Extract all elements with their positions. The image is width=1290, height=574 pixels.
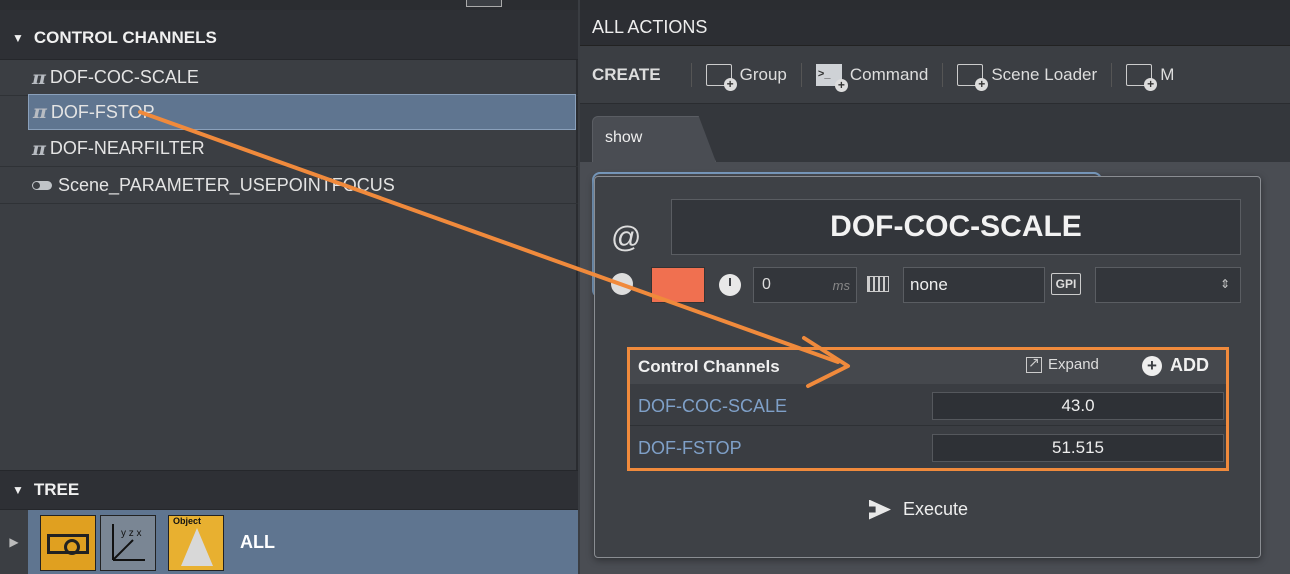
object-icon: Object xyxy=(168,515,224,571)
delay-unit: ms xyxy=(832,278,850,293)
pi-icon: π xyxy=(32,66,46,89)
macro-add-icon xyxy=(1126,63,1158,91)
tree-row[interactable]: ▶ y z x Object ALL xyxy=(0,510,578,574)
panel-resize-handle[interactable] xyxy=(466,0,502,7)
channel-value-input[interactable]: 51.515 xyxy=(932,434,1224,462)
tree-header[interactable]: ▼ TREE xyxy=(0,470,578,510)
control-channels-header[interactable]: ▼ CONTROL CHANNELS xyxy=(0,10,578,60)
tab-bar: show xyxy=(580,104,1290,162)
channel-value-input[interactable]: 43.0 xyxy=(932,392,1224,420)
create-command-label: Command xyxy=(849,64,929,84)
palette-icon xyxy=(611,273,633,295)
keyboard-icon xyxy=(867,276,889,292)
channel-item[interactable]: π DOF-NEARFILTER xyxy=(0,131,578,167)
panel-top-strip xyxy=(580,0,1290,10)
channel-label: Scene_PARAMETER_USEPOINTFOCUS xyxy=(58,175,395,195)
collapse-triangle-icon[interactable]: ▼ xyxy=(12,483,24,497)
panel-top-strip xyxy=(0,0,578,10)
control-channels-panel: ▼ CONTROL CHANNELS π DOF-COC-SCALE π DOF… xyxy=(0,0,578,574)
execute-icon xyxy=(869,499,891,520)
object-badge: Object xyxy=(173,516,202,526)
channel-label: DOF-NEARFILTER xyxy=(49,138,205,158)
control-channels-title: CONTROL CHANNELS xyxy=(33,27,217,47)
execute-button[interactable]: Execute xyxy=(869,499,968,520)
add-label: ADD xyxy=(1170,355,1209,375)
channel-item[interactable]: Scene_PARAMETER_USEPOINTFOCUS xyxy=(0,168,578,204)
action-editor-dialog: @ DOF-COC-SCALE 0 ms none GPI ⇕ Control … xyxy=(594,176,1261,558)
create-group-label: Group xyxy=(739,64,787,84)
channel-item[interactable]: π DOF-COC-SCALE xyxy=(0,60,578,96)
pi-icon: π xyxy=(33,101,47,123)
select-arrows-icon: ⇕ xyxy=(1219,277,1230,291)
collapse-triangle-icon[interactable]: ▼ xyxy=(12,31,24,45)
channel-label: DOF-FSTOP xyxy=(50,101,155,122)
axis-glyph: y z x xyxy=(121,528,142,539)
gpi-select[interactable]: ⇕ xyxy=(1095,267,1241,303)
toggle-icon xyxy=(32,181,52,190)
create-toolbar: CREATE Group >_ Command Scene Loader M xyxy=(580,46,1290,104)
color-swatch[interactable] xyxy=(651,267,705,303)
clock-icon xyxy=(719,274,741,296)
expand-button[interactable]: Expand xyxy=(1026,354,1099,373)
expand-arrow-icon[interactable]: ▶ xyxy=(0,510,28,574)
all-actions-header: ALL ACTIONS xyxy=(580,10,1290,46)
tree-title: TREE xyxy=(33,480,80,499)
action-name-field[interactable]: DOF-COC-SCALE xyxy=(671,199,1241,255)
axis-transform-icon: y z x xyxy=(100,515,156,571)
channel-item-selected[interactable]: π DOF-FSTOP xyxy=(28,94,576,130)
scene-loader-add-icon xyxy=(957,63,989,91)
channel-name-link[interactable]: DOF-COC-SCALE xyxy=(638,396,787,417)
create-command-button[interactable]: >_ Command xyxy=(815,63,929,92)
group-add-icon xyxy=(705,63,737,91)
channel-label: DOF-COC-SCALE xyxy=(49,67,199,87)
control-channels-table-title: Control Channels xyxy=(638,357,780,376)
group-container-icon xyxy=(40,515,96,571)
command-add-icon: >_ xyxy=(815,63,848,92)
expand-icon xyxy=(1026,354,1042,373)
create-more-label: M xyxy=(1160,64,1175,84)
tab-show[interactable]: show xyxy=(592,116,716,162)
execute-label: Execute xyxy=(903,499,969,519)
table-row: DOF-FSTOP 51.515 xyxy=(630,428,1226,468)
add-icon: + xyxy=(1142,355,1162,376)
at-icon: @ xyxy=(611,221,642,254)
table-row: DOF-COC-SCALE 43.0 xyxy=(630,386,1226,426)
delay-input[interactable]: 0 ms xyxy=(753,267,857,303)
create-scene-loader-label: Scene Loader xyxy=(991,64,1098,84)
create-group-button[interactable]: Group xyxy=(705,63,787,91)
create-more-button[interactable]: M xyxy=(1126,63,1175,91)
control-channels-table: Control Channels Expand + ADD DOF-COC-SC… xyxy=(627,347,1229,471)
action-settings-row: 0 ms none GPI ⇕ xyxy=(611,267,1241,303)
delay-value: 0 xyxy=(762,276,771,293)
shortcut-key-input[interactable]: none xyxy=(903,267,1045,303)
control-channels-table-header: Control Channels Expand + ADD xyxy=(630,350,1226,384)
gpi-icon: GPI xyxy=(1051,273,1081,295)
create-scene-loader-button[interactable]: Scene Loader xyxy=(957,63,1098,91)
create-label: CREATE xyxy=(592,64,661,84)
tree-item-label: ALL xyxy=(240,531,275,552)
pi-icon: π xyxy=(32,137,46,160)
add-channel-button[interactable]: + ADD xyxy=(1142,355,1209,376)
expand-label: Expand xyxy=(1048,356,1099,373)
channel-name-link[interactable]: DOF-FSTOP xyxy=(638,438,742,459)
